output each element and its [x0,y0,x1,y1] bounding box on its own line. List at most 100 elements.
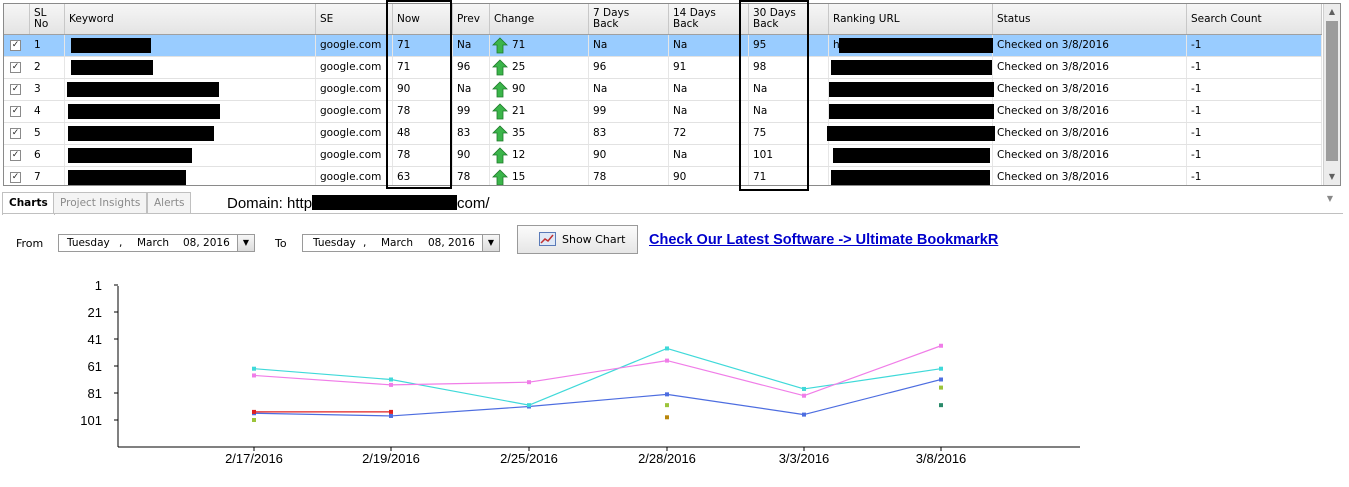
table-row[interactable]: ✓ 3 google.com 90 Na 90 Na Na Na Checked on 3/8/2… [4,79,1322,101]
collapse-icon[interactable]: ▼ [1327,194,1333,203]
column-header-url[interactable]: Ranking URL [829,4,993,34]
column-header-change[interactable]: Change [490,4,589,34]
cell-sl: 5 [30,123,65,144]
row-checkbox[interactable]: ✓ [10,40,21,51]
cell-se: google.com [316,167,393,185]
row-checkbox[interactable]: ✓ [10,128,21,139]
promo-link[interactable]: Check Our Latest Software -> Ultimate Bo… [649,232,998,248]
row-checkbox[interactable]: ✓ [10,62,21,73]
from-date: 08, 2016 [183,237,230,249]
cell-search-count: -1 [1187,57,1322,78]
cell-keyword [65,35,316,56]
scroll-down-icon[interactable]: ▼ [1324,169,1340,185]
cell-ranking-url [829,167,993,185]
cell-keyword [65,101,316,122]
column-header-d14[interactable]: 14 Days Back [669,4,749,34]
chevron-down-icon[interactable]: ▼ [482,235,499,251]
cell-search-count: -1 [1187,167,1322,185]
change-value: 35 [512,127,526,139]
table-row[interactable]: ✓ 7 google.com 63 78 15 78 90 71 Checked on 3/8/2… [4,167,1322,185]
cell-14-days: Na [669,145,749,166]
grid-header: SL No Keyword SE Now Prev Change 7 Days Back 14… [4,4,1322,35]
column-header-count[interactable]: Search Count [1187,4,1322,34]
column-header-sl[interactable]: SL No [30,4,65,34]
change-value: 15 [512,171,526,183]
cell-change: 15 [490,167,589,185]
cell-se: google.com [316,145,393,166]
change-value: 25 [512,61,526,73]
cell-status: Checked on 3/8/2016 [993,145,1187,166]
show-chart-label: Show Chart [562,233,626,246]
column-header-prev[interactable]: Prev [453,4,490,34]
cell-ranking-url [829,57,993,78]
table-row[interactable]: ✓ 4 google.com 78 99 21 99 Na Na Checked on 3/8/2… [4,101,1322,123]
cell-prev: 90 [453,145,490,166]
to-date: 08, 2016 [428,237,475,249]
column-header-keyword[interactable]: Keyword [65,4,316,34]
show-chart-button[interactable]: Show Chart [517,225,638,254]
table-row[interactable]: ✓ 2 google.com 71 96 25 96 91 98 Checked on 3/8/2… [4,57,1322,79]
cell-7-days: Na [589,35,669,56]
tab-charts[interactable]: Charts [2,192,55,215]
table-row[interactable]: ✓ 5 google.com 48 83 35 83 72 75 Checked on 3/8/2… [4,123,1322,145]
cell-change: 25 [490,57,589,78]
to-date-picker[interactable]: Tuesday , March 08, 2016 ▼ [302,234,500,252]
cell-keyword [65,123,316,144]
scrollbar-thumb[interactable] [1326,21,1338,161]
cell-ranking-url: h [829,35,993,56]
cell-search-count: -1 [1187,101,1322,122]
cell-14-days: 72 [669,123,749,144]
to-label: To [275,237,287,250]
cell-status: Checked on 3/8/2016 [993,79,1187,100]
now-column-highlight [386,0,452,189]
cell-se: google.com [316,35,393,56]
cell-14-days: 90 [669,167,749,185]
arrow-up-icon [492,147,508,164]
cell-14-days: Na [669,35,749,56]
cell-ranking-url [829,79,994,100]
arrow-up-icon [492,103,508,120]
arrow-up-icon [492,59,508,76]
cell-keyword [65,145,316,166]
cell-prev: Na [453,35,490,56]
vertical-scrollbar[interactable]: ▲ ▼ [1323,4,1340,185]
keyword-redaction [68,148,192,163]
from-sep: , [119,237,123,249]
keyword-redaction [67,82,219,97]
column-header-se[interactable]: SE [316,4,393,34]
domain-prefix: Domain: http [227,195,313,212]
domain-label: Domain: http com/ [227,195,490,212]
scroll-up-icon[interactable]: ▲ [1324,4,1340,20]
from-date-picker[interactable]: Tuesday , March 08, 2016 ▼ [58,234,255,252]
arrow-up-icon [492,169,508,185]
cell-sl: 2 [30,57,65,78]
row-checkbox[interactable]: ✓ [10,106,21,117]
column-header-d7[interactable]: 7 Days Back [589,4,669,34]
cell-ranking-url [829,101,994,122]
cell-status: Checked on 3/8/2016 [993,101,1187,122]
cell-keyword [65,167,316,185]
cell-sl: 6 [30,145,65,166]
row-checkbox[interactable]: ✓ [10,172,21,183]
tab-alerts[interactable]: Alerts [147,192,192,213]
cell-status: Checked on 3/8/2016 [993,35,1187,56]
change-value: 71 [512,39,526,51]
row-checkbox[interactable]: ✓ [10,84,21,95]
from-month: March [137,237,170,249]
from-day: Tuesday [67,237,110,249]
cell-14-days: 91 [669,57,749,78]
cell-prev: 78 [453,167,490,185]
domain-suffix: com/ [457,195,490,212]
row-checkbox[interactable]: ✓ [10,150,21,161]
cell-7-days: 83 [589,123,669,144]
keyword-redaction [68,170,186,185]
cell-change: 71 [490,35,589,56]
cell-change: 12 [490,145,589,166]
cell-search-count: -1 [1187,145,1322,166]
column-header-status[interactable]: Status [993,4,1187,34]
table-row[interactable]: ✓ 1 google.com 71 Na 71 Na Na 95 h Checked on 3/8/… [4,35,1322,57]
tab-project-insights[interactable]: Project Insights [53,192,148,213]
cell-se: google.com [316,101,393,122]
chevron-down-icon[interactable]: ▼ [237,235,254,251]
table-row[interactable]: ✓ 6 google.com 78 90 12 90 Na 101 Checked on 3/8/… [4,145,1322,167]
